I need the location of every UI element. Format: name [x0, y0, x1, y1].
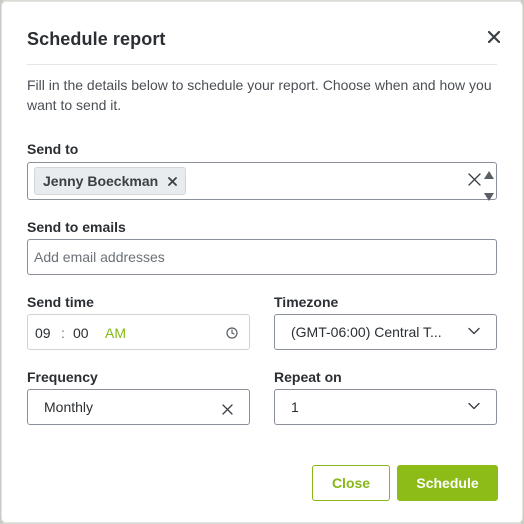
- chip-remove-button[interactable]: [168, 176, 178, 186]
- time-separator: :: [61, 325, 65, 341]
- triangle-up-icon: [484, 171, 494, 179]
- repeat-on-select[interactable]: 1: [274, 389, 497, 425]
- recipient-chip: Jenny Boeckman: [34, 167, 187, 195]
- header-divider: [27, 64, 497, 65]
- scroll-down-button[interactable]: [484, 188, 494, 204]
- clear-icon: [468, 173, 481, 186]
- send-to-emails-label: Send to emails: [27, 219, 126, 235]
- send-to-field[interactable]: Jenny Boeckman: [27, 162, 497, 201]
- schedule-report-dialog: Schedule report Fill in the details belo…: [2, 2, 522, 522]
- frequency-clear-button[interactable]: [222, 402, 233, 418]
- close-button[interactable]: Close: [312, 465, 390, 501]
- repeat-on-value: 1: [291, 399, 299, 415]
- send-time-label: Send time: [27, 294, 94, 310]
- frequency-value: Monthly: [44, 399, 94, 415]
- clock-icon: [226, 327, 238, 339]
- dialog-description: Fill in the details below to schedule yo…: [27, 77, 492, 113]
- time-hour[interactable]: 09: [35, 325, 51, 341]
- scroll-spinner: [484, 166, 494, 204]
- frequency-select[interactable]: Monthly: [27, 389, 250, 425]
- timezone-label: Timezone: [274, 294, 339, 310]
- email-addresses-input[interactable]: Add email addresses: [27, 239, 497, 275]
- chevron-down-icon: [468, 402, 480, 410]
- time-ampm[interactable]: AM: [105, 325, 126, 341]
- timezone-select[interactable]: (GMT-06:00) Central T...: [274, 314, 497, 350]
- clear-recipients-button[interactable]: [468, 173, 481, 189]
- time-minute[interactable]: 00: [73, 325, 89, 341]
- email-input-placeholder: Add email addresses: [34, 249, 165, 265]
- chip-remove-icon: [168, 176, 178, 186]
- clear-icon: [222, 404, 233, 415]
- send-to-label: Send to: [27, 141, 79, 157]
- dialog-title: Schedule report: [27, 29, 166, 49]
- schedule-button[interactable]: Schedule: [397, 465, 498, 501]
- chevron-down-icon: [468, 327, 480, 335]
- scroll-up-button[interactable]: [484, 166, 494, 182]
- send-time-field[interactable]: 09 : 00 AM: [27, 314, 250, 350]
- recipient-chip-label: Jenny Boeckman: [43, 173, 159, 189]
- triangle-down-icon: [484, 193, 494, 201]
- repeat-on-label: Repeat on: [274, 369, 342, 385]
- close-dialog-button[interactable]: [484, 27, 504, 47]
- clock-button[interactable]: [226, 326, 238, 342]
- timezone-value: (GMT-06:00) Central T...: [291, 324, 442, 340]
- frequency-label: Frequency: [27, 369, 98, 385]
- close-icon: [488, 31, 500, 43]
